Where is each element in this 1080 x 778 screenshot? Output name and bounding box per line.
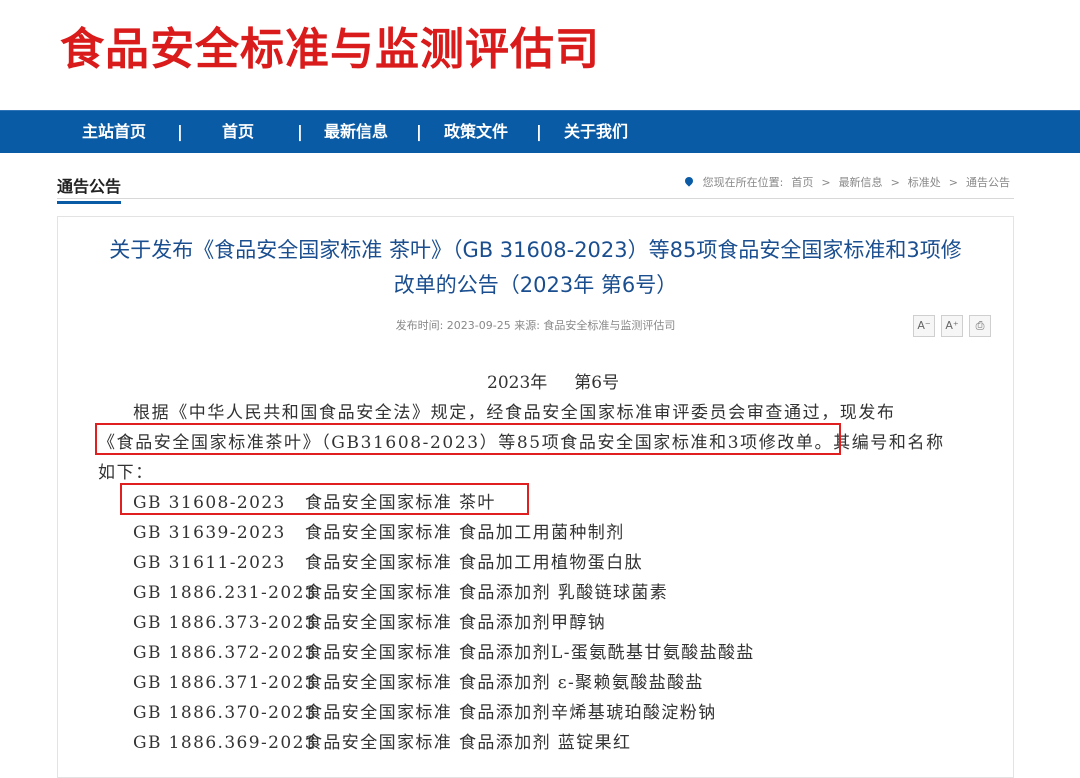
chevron-right-icon: > <box>890 176 900 189</box>
site-title: 食品安全标准与监测评估司 <box>60 24 600 75</box>
chevron-right-icon: > <box>948 176 958 189</box>
nav-item-latest-news[interactable]: 最新信息 <box>324 111 388 153</box>
standard-item: GB 1886.372-2023食品安全国家标准 食品添加剂L-蛋氨酰基甘氨酸盐… <box>133 638 755 663</box>
nav-item-home[interactable]: 首页 <box>222 111 254 153</box>
body-paragraph-line: 如下： <box>98 463 154 483</box>
article-title: 关于发布《食品安全国家标准 茶叶》（GB 31608-2023）等85项食品安全… <box>78 233 993 303</box>
nav-separator: | <box>536 122 542 141</box>
standard-code: GB 1886.369-2023 <box>133 733 317 753</box>
standard-code: GB 31639-2023 <box>133 523 286 543</box>
breadcrumb-item-current: 通告公告 <box>966 176 1010 189</box>
standard-name: 食品安全国家标准 食品添加剂甲醇钠 <box>305 613 607 633</box>
standard-name: 食品安全国家标准 食品添加剂 蓝锭果红 <box>305 733 632 753</box>
standard-name: 食品安全国家标准 食品加工用菌种制剂 <box>305 523 625 543</box>
breadcrumb-prefix: 您现在所在位置: <box>702 176 784 189</box>
standard-code: GB 1886.231-2023 <box>133 583 317 603</box>
highlight-box <box>120 483 529 515</box>
standard-code: GB 1886.373-2023 <box>133 613 317 633</box>
breadcrumb-item-home[interactable]: 首页 <box>791 176 813 189</box>
breadcrumb: 您现在所在位置: 首页 > 最新信息 > 标准处 > 通告公告 <box>682 174 1014 190</box>
highlight-box <box>95 423 841 455</box>
standard-name: 食品安全国家标准 食品添加剂L-蛋氨酰基甘氨酸盐酸盐 <box>305 643 755 663</box>
nav-separator: | <box>297 122 303 141</box>
article-meta: 发布时间: 2023-09-25 来源: 食品安全标准与监测评估司 <box>395 319 676 332</box>
standard-code: GB 1886.371-2023 <box>133 673 317 693</box>
standard-item: GB 1886.371-2023食品安全国家标准 食品添加剂 ε-聚赖氨酸盐酸盐 <box>133 668 704 693</box>
header-banner: 食品安全标准与监测评估司 <box>0 0 1080 110</box>
article-tools: A⁻ A⁺ ⎙ <box>907 315 991 337</box>
standard-name: 食品安全国家标准 食品添加剂辛烯基琥珀酸淀粉钠 <box>305 703 717 723</box>
standard-item: GB 31611-2023 食品安全国家标准 食品加工用植物蛋白肽 <box>133 548 643 573</box>
standard-item: GB 1886.231-2023食品安全国家标准 食品添加剂 乳酸链球菌素 <box>133 578 668 603</box>
nav-separator: | <box>177 122 183 141</box>
nav-item-main-home[interactable]: 主站首页 <box>82 111 146 153</box>
location-pin-icon <box>682 175 695 187</box>
article-title-line1: 关于发布《食品安全国家标准 茶叶》（GB 31608-2023）等85项食品安全… <box>109 238 962 262</box>
article-title-line2: 改单的公告（2023年 第6号） <box>393 273 678 297</box>
font-increase-icon[interactable]: A⁺ <box>941 315 963 337</box>
chevron-right-icon: > <box>821 176 831 189</box>
nav-separator: | <box>416 122 422 141</box>
standard-item: GB 1886.369-2023食品安全国家标准 食品添加剂 蓝锭果红 <box>133 728 631 753</box>
standard-code: GB 31611-2023 <box>133 553 286 573</box>
breadcrumb-item-latest[interactable]: 最新信息 <box>839 176 883 189</box>
standard-item: GB 31639-2023 食品安全国家标准 食品加工用菌种制剂 <box>133 518 625 543</box>
body-paragraph-line: 根据《中华人民共和国食品安全法》规定，经食品安全国家标准审评委员会审查通过，现发… <box>133 403 896 423</box>
standard-item: GB 1886.370-2023食品安全国家标准 食品添加剂辛烯基琥珀酸淀粉钠 <box>133 698 717 723</box>
standard-code: GB 1886.372-2023 <box>133 643 317 663</box>
nav-item-about-us[interactable]: 关于我们 <box>564 111 628 153</box>
standard-code: GB 1886.370-2023 <box>133 703 317 723</box>
section-title: 通告公告 <box>57 173 122 204</box>
standard-name: 食品安全国家标准 食品添加剂 乳酸链球菌素 <box>305 583 669 603</box>
section-header: 通告公告 您现在所在位置: 首页 > 最新信息 > 标准处 > 通告公告 <box>57 170 1014 204</box>
standard-item: GB 1886.373-2023食品安全国家标准 食品添加剂甲醇钠 <box>133 608 606 633</box>
font-decrease-icon[interactable]: A⁻ <box>913 315 935 337</box>
breadcrumb-item-standards[interactable]: 标准处 <box>908 176 941 189</box>
main-nav: 主站首页 | 首页 | 最新信息 | 政策文件 | 关于我们 <box>0 110 1080 153</box>
print-icon[interactable]: ⎙ <box>969 315 991 337</box>
standard-name: 食品安全国家标准 食品加工用植物蛋白肽 <box>305 553 644 573</box>
standard-name: 食品安全国家标准 食品添加剂 ε-聚赖氨酸盐酸盐 <box>305 673 704 693</box>
issue-number: 2023年 第6号 <box>487 373 620 393</box>
nav-item-policy-docs[interactable]: 政策文件 <box>444 111 508 153</box>
